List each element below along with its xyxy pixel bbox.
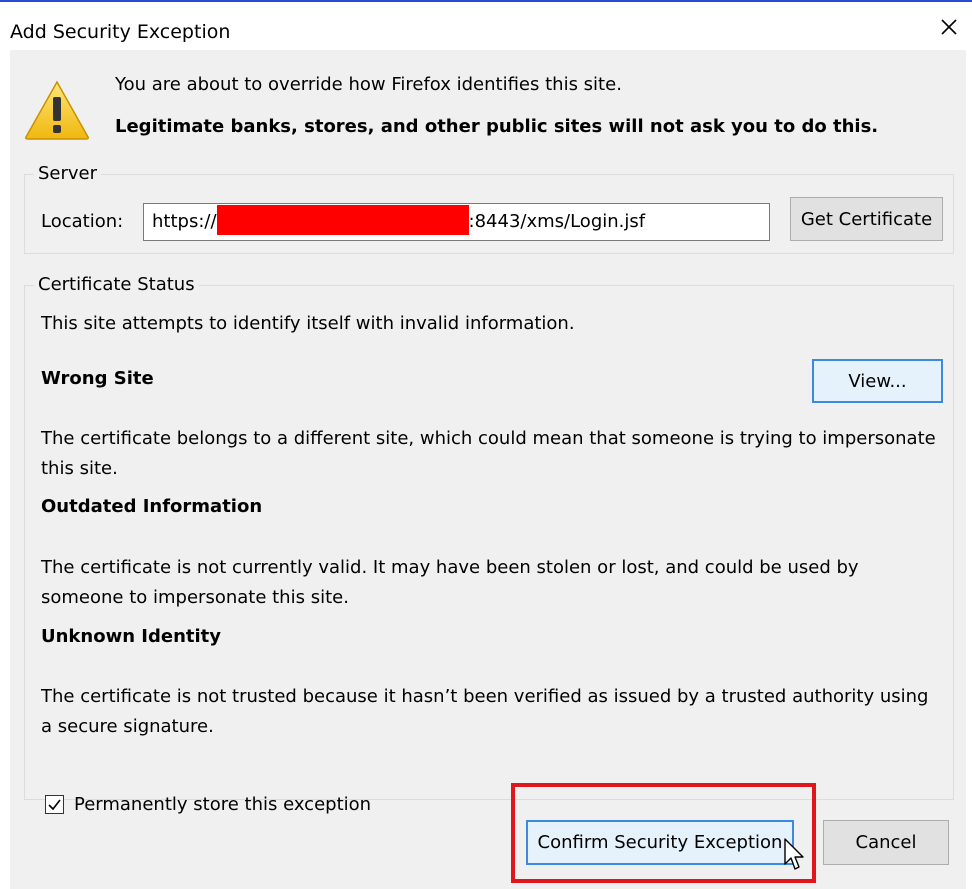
server-group-legend: Server: [34, 162, 102, 186]
location-url-prefix: https://: [152, 211, 217, 232]
close-icon: [941, 19, 957, 35]
warning-triangle-icon: [25, 80, 89, 140]
wrong-site-heading: Wrong Site: [41, 368, 154, 389]
certificate-status-legend: Certificate Status: [34, 273, 199, 297]
add-security-exception-dialog: Add Security Exception You are about to …: [0, 0, 972, 889]
cancel-label: Cancel: [855, 832, 917, 853]
confirm-security-exception-button[interactable]: Confirm Security Exception: [526, 820, 794, 865]
close-button[interactable]: [926, 4, 972, 50]
unknown-identity-heading: Unknown Identity: [41, 626, 222, 647]
cancel-button[interactable]: Cancel: [823, 820, 949, 865]
confirm-security-exception-label: Confirm Security Exception: [537, 832, 783, 853]
outdated-information-heading: Outdated Information: [41, 496, 263, 517]
unknown-identity-description: The certificate is not trusted because i…: [41, 686, 929, 737]
intro-warning-bold-text: Legitimate banks, stores, and other publ…: [115, 116, 879, 137]
window-title: Add Security Exception: [10, 21, 231, 43]
permanently-store-label: Permanently store this exception: [74, 793, 372, 815]
dialog-content: You are about to override how Firefox id…: [10, 50, 966, 889]
get-certificate-button[interactable]: Get Certificate: [790, 197, 943, 241]
certificate-status-group: Certificate Status This site attempts to…: [24, 273, 954, 815]
outdated-information-description: The certificate is not currently valid. …: [41, 557, 859, 608]
wrong-site-description: The certificate belongs to a different s…: [41, 428, 936, 479]
get-certificate-label: Get Certificate: [800, 208, 933, 230]
permanently-store-checkbox-row[interactable]: Permanently store this exception: [45, 791, 371, 817]
title-bar: Add Security Exception: [0, 2, 972, 50]
server-group: Server Location: https:// :8443/xms/Login…: [24, 162, 954, 254]
checkmark-icon: [48, 799, 61, 810]
location-url-suffix: :8443/xms/Login.jsf: [468, 211, 646, 232]
intro-warning-text: You are about to override how Firefox id…: [115, 74, 622, 95]
redacted-hostname: [216, 205, 469, 235]
location-label: Location:: [41, 211, 124, 232]
location-input[interactable]: https:// :8443/xms/Login.jsf: [143, 203, 770, 241]
certificate-status-summary: This site attempts to identify itself wi…: [41, 313, 575, 334]
permanently-store-checkbox[interactable]: [45, 794, 64, 814]
